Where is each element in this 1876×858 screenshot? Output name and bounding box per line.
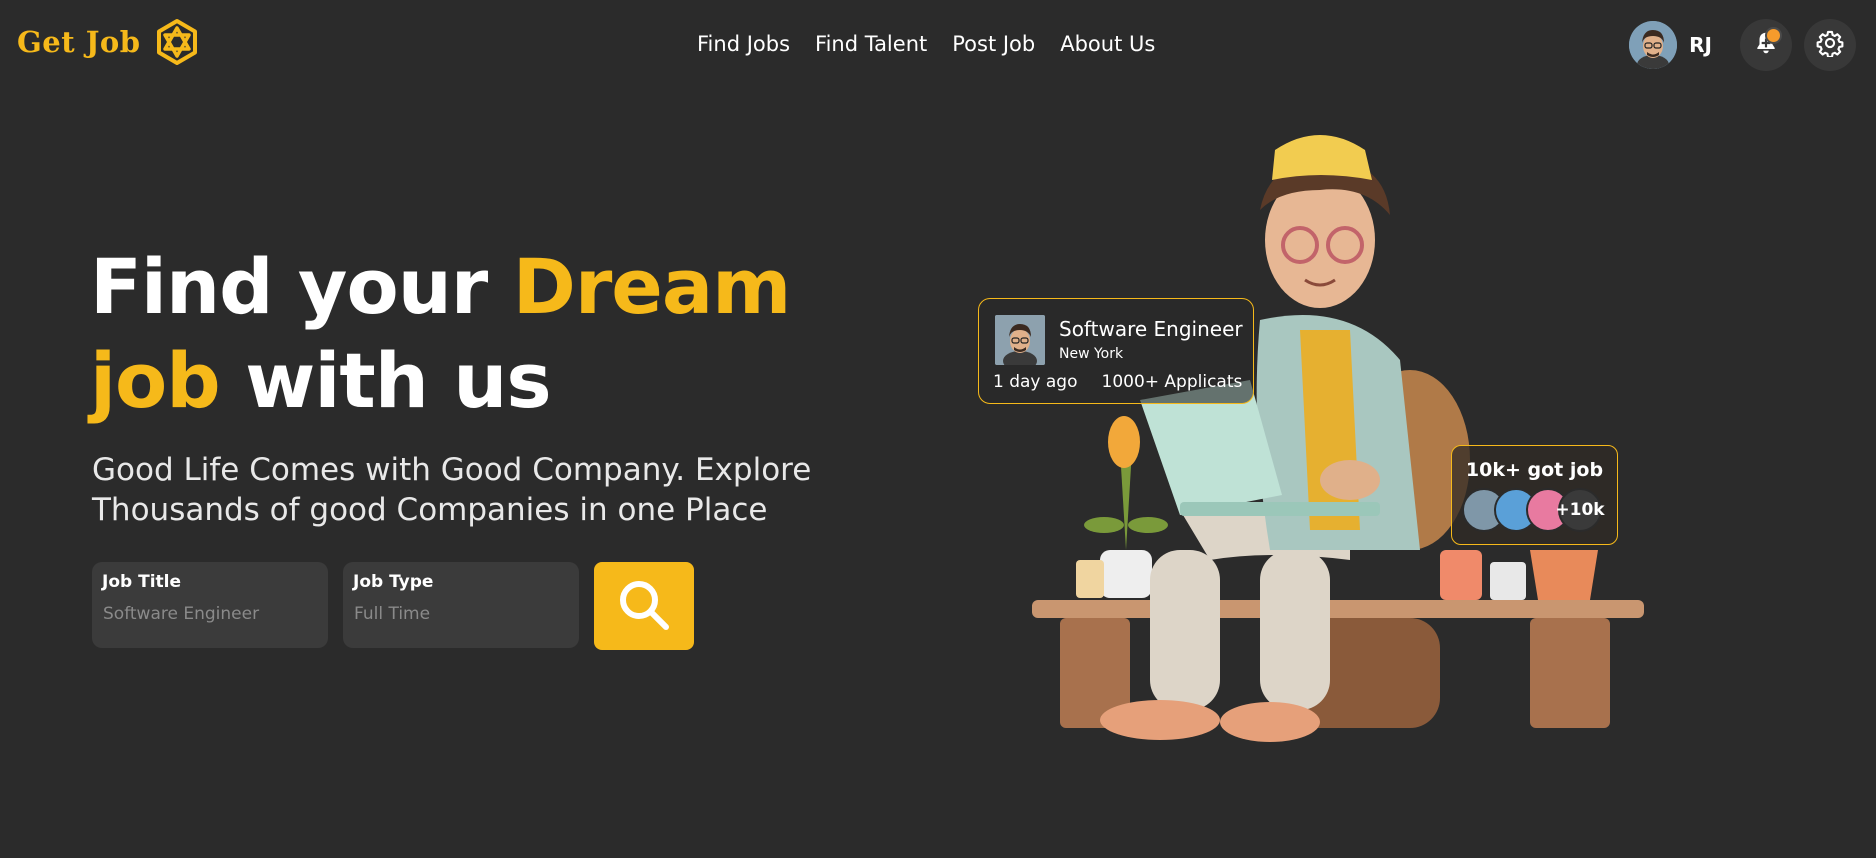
job-type-field: Job Type: [343, 562, 579, 648]
job-card[interactable]: Software Engineer New York 1 day ago 100…: [978, 298, 1254, 404]
job-title-field: Job Title: [92, 562, 328, 648]
stats-title: 10k+ got job: [1465, 459, 1604, 481]
card-avatar: [995, 315, 1045, 365]
user-initials[interactable]: RJ: [1689, 33, 1712, 57]
headline-part1: Find your: [90, 242, 513, 331]
nav-post-job[interactable]: Post Job: [952, 32, 1035, 56]
card-location: New York: [1059, 346, 1124, 362]
card-posted: 1 day ago: [993, 372, 1078, 392]
user-area: RJ: [1629, 19, 1856, 71]
avatar[interactable]: [1629, 21, 1678, 69]
notifications-button[interactable]: [1740, 19, 1792, 71]
main-nav: Find Jobs Find Talent Post Job About Us: [697, 32, 1155, 56]
nav-find-jobs[interactable]: Find Jobs: [697, 32, 790, 56]
card-meta: 1 day ago 1000+ Applicats: [993, 372, 1242, 392]
job-type-input[interactable]: [353, 602, 569, 626]
search-button[interactable]: [594, 562, 694, 650]
headline-part2: with us: [219, 336, 552, 425]
logo[interactable]: Get Job: [17, 18, 199, 66]
stats-card: 10k+ got job +10k: [1451, 445, 1618, 545]
settings-button[interactable]: [1804, 19, 1856, 71]
hexagon-network-icon: [155, 18, 199, 66]
card-job-title: Software Engineer: [1059, 317, 1243, 341]
job-title-input[interactable]: [102, 602, 318, 626]
gear-icon: [1816, 29, 1844, 61]
search-icon: [615, 576, 673, 637]
notification-dot: [1765, 27, 1782, 44]
job-title-label: Job Title: [102, 572, 181, 592]
nav-about-us[interactable]: About Us: [1060, 32, 1155, 56]
stats-avatars: +10k: [1462, 488, 1605, 532]
hero-subtitle: Good Life Comes with Good Company. Explo…: [92, 452, 812, 528]
job-type-label: Job Type: [353, 572, 434, 592]
headline-accent-job: job: [90, 336, 221, 425]
nav-find-talent[interactable]: Find Talent: [815, 32, 927, 56]
headline-accent-dream: Dream: [512, 242, 792, 331]
card-applicants: 1000+ Applicats: [1101, 372, 1243, 392]
hero-headline: Find your Dream job with us: [90, 240, 792, 428]
stats-more-badge: +10k: [1555, 488, 1605, 532]
logo-text: Get Job: [17, 25, 141, 59]
